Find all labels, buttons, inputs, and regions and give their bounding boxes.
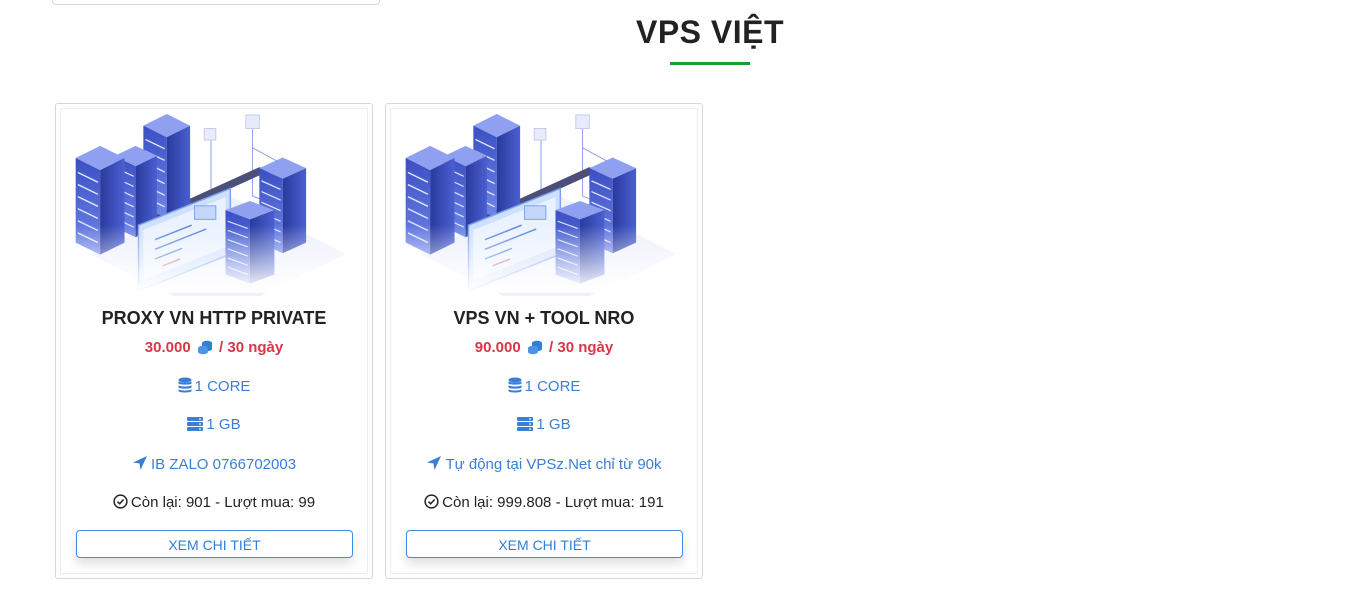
spec-note: IB ZALO 0766702003 bbox=[56, 455, 372, 473]
top-search-box[interactable] bbox=[52, 0, 380, 5]
price-value: 30.000 bbox=[144, 339, 191, 356]
spec-ram: 1 GB bbox=[56, 416, 372, 433]
product-price: 30.000 / 30 ngày bbox=[56, 339, 372, 356]
title-underline bbox=[670, 62, 750, 65]
price-value: 90.000 bbox=[474, 339, 521, 356]
stock-label: Còn lại: 901 - Lượt mua: 99 bbox=[130, 494, 316, 511]
product-title: PROXY VN HTTP PRIVATE bbox=[101, 308, 327, 328]
location-arrow-icon bbox=[427, 456, 442, 470]
server-icon bbox=[187, 417, 204, 431]
check-circle-icon bbox=[113, 494, 128, 509]
stock-info: Còn lại: 999.808 - Lượt mua: 191 bbox=[386, 494, 702, 511]
stock-label: Còn lại: 999.808 - Lượt mua: 191 bbox=[442, 494, 664, 511]
spec-note: Tự động tại VPSz.Net chỉ từ 90k bbox=[386, 455, 702, 473]
spec-cpu-label: 1 CORE bbox=[194, 378, 251, 395]
coins-icon bbox=[527, 340, 542, 355]
server-illustration bbox=[396, 106, 686, 296]
section-title: VPS VIỆT bbox=[635, 14, 785, 50]
spec-ram-label: 1 GB bbox=[206, 416, 241, 433]
coins-icon bbox=[197, 340, 212, 355]
server-icon bbox=[517, 417, 534, 431]
price-period: / 30 ngày bbox=[219, 339, 284, 356]
check-circle-icon bbox=[424, 494, 439, 509]
product-card-1: PROXY VN HTTP PRIVATE 30.000 / 30 ngày 1… bbox=[55, 103, 373, 579]
spec-note-label: IB ZALO 0766702003 bbox=[150, 456, 297, 473]
spec-ram: 1 GB bbox=[386, 416, 702, 433]
spec-cpu: 1 CORE bbox=[56, 377, 372, 395]
product-card-2: VPS VN + TOOL NRO 90.000 / 30 ngày 1 COR… bbox=[385, 103, 703, 579]
price-period: / 30 ngày bbox=[549, 339, 614, 356]
view-details-button[interactable]: XEM CHI TIẾT bbox=[76, 530, 353, 558]
stock-info: Còn lại: 901 - Lượt mua: 99 bbox=[56, 494, 372, 511]
spec-cpu-label: 1 CORE bbox=[524, 378, 581, 395]
database-icon bbox=[508, 377, 522, 393]
database-icon bbox=[178, 377, 192, 393]
spec-cpu: 1 CORE bbox=[386, 377, 702, 395]
location-arrow-icon bbox=[132, 456, 147, 470]
product-title: VPS VN + TOOL NRO bbox=[453, 308, 635, 328]
spec-ram-label: 1 GB bbox=[536, 416, 571, 433]
view-details-button[interactable]: XEM CHI TIẾT bbox=[406, 530, 683, 558]
server-illustration bbox=[66, 106, 356, 296]
spec-note-label: Tự động tại VPSz.Net chỉ từ 90k bbox=[445, 456, 662, 473]
product-price: 90.000 / 30 ngày bbox=[386, 339, 702, 356]
